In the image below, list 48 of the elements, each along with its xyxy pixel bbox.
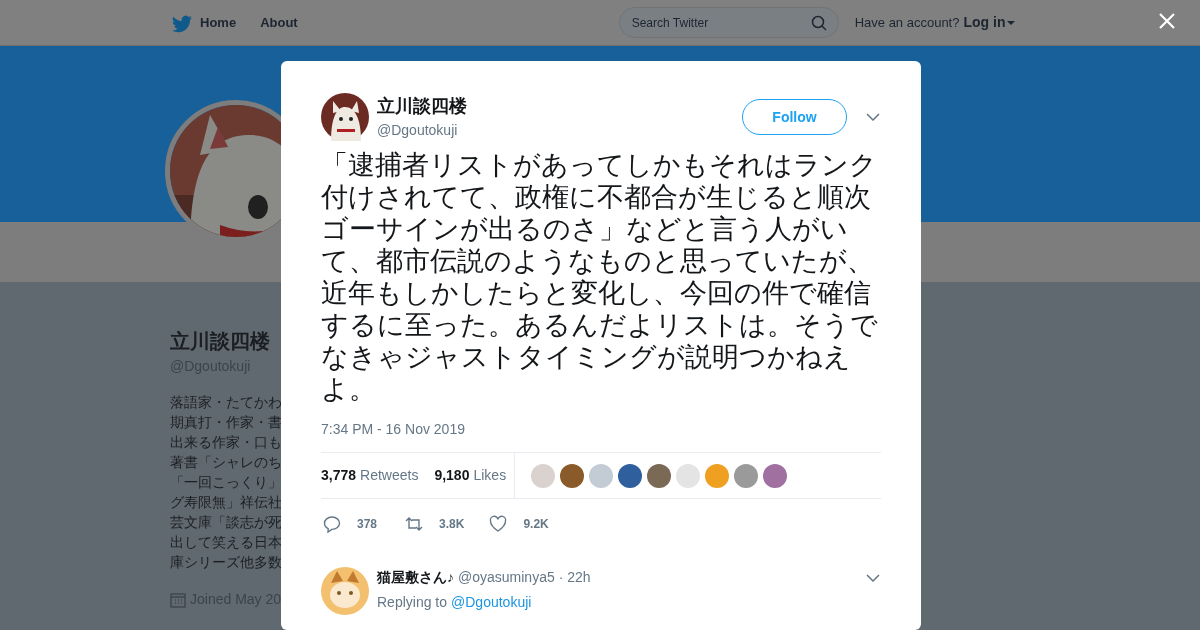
bio-line: 期真打・作家・書 [170, 414, 282, 432]
bio-line: 著書「シャレのち [170, 454, 282, 472]
heart-icon[interactable] [489, 515, 508, 533]
profile-name: 立川談四楼 [170, 329, 270, 354]
tweet-timestamp: 7:34 PM - 16 Nov 2019 [321, 420, 466, 439]
search-icon[interactable] [810, 15, 827, 31]
action-count: 3.8K [439, 516, 465, 533]
reply-time: · 22h [558, 568, 591, 587]
caret-icon [1007, 20, 1016, 25]
search-field[interactable]: Search Twitter [618, 7, 839, 38]
chevron-down-icon[interactable] [866, 113, 880, 121]
user-avatar[interactable] [618, 463, 643, 488]
user-avatar[interactable] [763, 463, 788, 488]
nav-link[interactable]: About [260, 12, 298, 33]
bio-line: 「一回こっくり」 [170, 474, 282, 492]
bio-line: グ寿限無」祥伝社 [170, 494, 282, 512]
user-avatar[interactable] [647, 463, 672, 488]
likes-label: Likes [473, 466, 507, 485]
action-count: 378 [357, 516, 378, 533]
replying-label: Replying to [377, 593, 448, 612]
user-avatar[interactable] [560, 463, 585, 488]
bio-line: 落語家・たてかわ [170, 394, 282, 412]
chevron-down-icon[interactable] [866, 573, 880, 582]
action-count: 9.2K [523, 516, 549, 533]
login-link[interactable]: Log in [963, 12, 1016, 33]
account-prompt: Have an account? [854, 13, 960, 32]
bio-line: 出して笑える日本 [170, 534, 282, 552]
user-avatar [321, 567, 369, 615]
mention-link[interactable]: @Dgoutokuji [451, 592, 532, 613]
author-handle: @Dgoutokuji [377, 121, 459, 140]
reply-author-handle: @oyasuminya5 [458, 568, 555, 587]
author-name: 立川談四楼 [377, 95, 468, 118]
retweet-icon[interactable] [405, 515, 424, 533]
follow-button[interactable]: Follow [742, 99, 847, 135]
bio-line: 芸文庫「談志が死 [170, 514, 282, 532]
nav-link[interactable]: Home [200, 12, 237, 33]
profile-avatar [321, 93, 369, 141]
bio-line: 出来る作家・口も [170, 434, 282, 452]
retweet-count: 3,778 [321, 466, 357, 485]
user-avatar[interactable] [734, 463, 759, 488]
bio-line: 庫シリーズ他多数 [170, 554, 282, 572]
tweet-text: 「逮捕者リストがあってしかもそれはランク付けされてて、政権に不都合が生じると順次ゴーサインが出るのさ」などと言う人がいて、都市伝説のようなものと思っていたが、近年もしかしたらと変化し、今回の件で確信するに至った。あるんだよリストは。そうでなきゃジャストタイミングが説明つかねえよ。 [321, 149, 879, 405]
reply-icon[interactable] [323, 515, 341, 533]
like-count: 9,180 [434, 466, 470, 485]
close-icon[interactable] [1158, 12, 1176, 30]
calendar-icon [170, 591, 186, 608]
retweets-label: Retweets [360, 466, 419, 485]
reply-author-name: 猫屋敷さん♪ [377, 568, 454, 587]
